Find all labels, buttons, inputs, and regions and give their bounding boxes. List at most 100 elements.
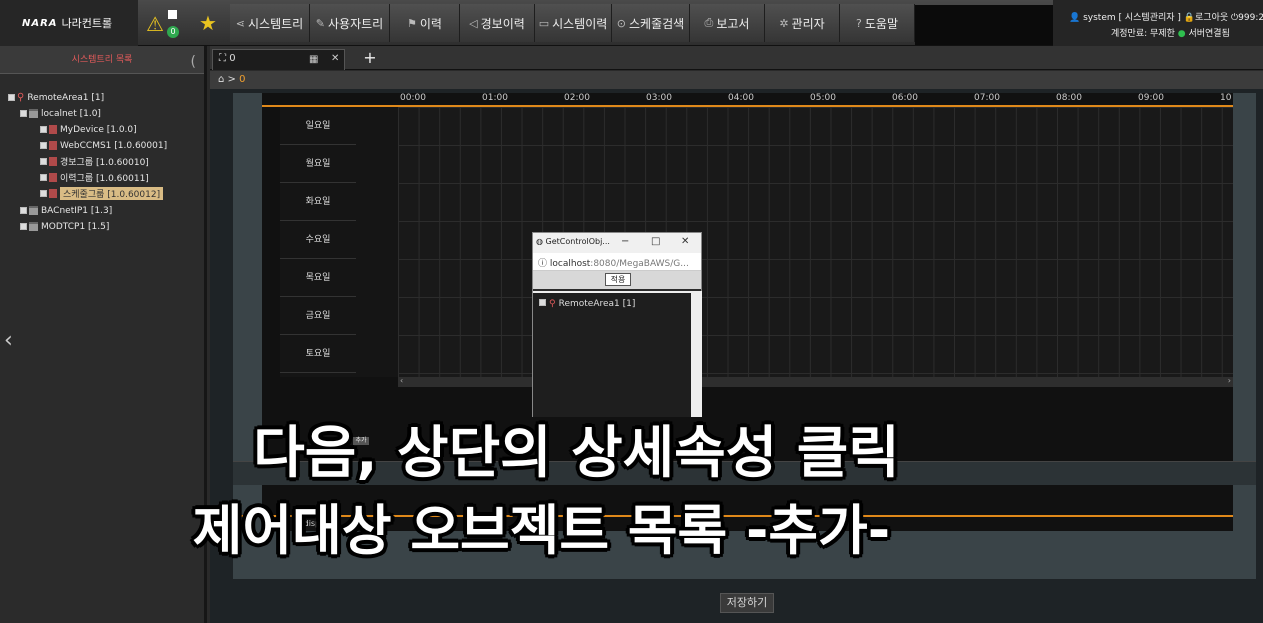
day-label: 월요일 bbox=[280, 145, 356, 183]
horizontal-scrollbar[interactable]: ‹ › bbox=[398, 376, 1233, 387]
close-icon[interactable]: ✕ bbox=[331, 53, 339, 64]
day-label: 일요일 bbox=[280, 107, 356, 145]
hour-label: 00:00 bbox=[400, 93, 426, 103]
panel-title: 시스템트리 목록 bbox=[71, 55, 133, 65]
popup-title: GetControlObj... bbox=[545, 237, 610, 246]
home-icon[interactable]: ⌂ bbox=[218, 74, 224, 85]
hour-label: 08:00 bbox=[1056, 93, 1082, 103]
menu-schedule-search[interactable]: ⊙ 스케줄검색 bbox=[612, 4, 690, 42]
day-label: 금요일 bbox=[280, 297, 356, 335]
menu-alarm-history[interactable]: ◁ 경보이력 bbox=[460, 4, 535, 42]
device-icon bbox=[49, 125, 57, 134]
scroll-right-icon[interactable]: › bbox=[1228, 376, 1231, 385]
server-status: 서버연결됨 bbox=[1188, 29, 1230, 39]
logout-link[interactable]: 로그아웃 bbox=[1195, 13, 1228, 23]
printer-icon: ⎙ bbox=[704, 16, 714, 29]
close-icon[interactable]: ✕ bbox=[681, 236, 689, 247]
tree-item[interactable]: ⚲ RemoteArea1 [1] bbox=[8, 91, 104, 104]
popup-toolbar: 적용 bbox=[533, 271, 701, 289]
day-label: 화요일 bbox=[280, 183, 356, 221]
popup-titlebar[interactable]: ◍ GetControlObj... − □ ✕ bbox=[533, 233, 701, 253]
tree-item-label: WebCCMS1 [1.0.60001] bbox=[60, 140, 168, 151]
top-navigation: NARA 나라컨트롤 ⚠ 0 ★ ⋖ 시스템트리 ✎ 사용자트리 ⚑ 이력 ◁ 경보이력… bbox=[0, 0, 1263, 46]
menu-history[interactable]: ⚑ 이력 bbox=[390, 4, 460, 42]
alarm-button[interactable]: ⚠ 0 bbox=[140, 4, 186, 42]
connection-dot-icon: ● bbox=[1177, 29, 1186, 39]
hour-label: 01:00 bbox=[482, 93, 508, 103]
chevron-left-icon[interactable]: ‹ bbox=[4, 328, 13, 353]
hour-label: 03:00 bbox=[646, 93, 672, 103]
tree-item[interactable]: BACnetIP1 [1.3] bbox=[20, 204, 112, 217]
tree-item-label: MODTCP1 [1.5] bbox=[41, 221, 110, 232]
expand-icon[interactable] bbox=[40, 158, 47, 165]
hour-label: 02:00 bbox=[564, 93, 590, 103]
favorites-star-icon[interactable]: ★ bbox=[190, 4, 226, 42]
network-icon bbox=[29, 206, 38, 215]
menu-system-tree[interactable]: ⋖ 시스템트리 bbox=[230, 4, 310, 42]
apply-button[interactable]: 적용 bbox=[605, 273, 631, 286]
minimize-icon[interactable]: − bbox=[621, 236, 629, 247]
info-icon: ⓘ bbox=[538, 259, 548, 269]
menu-label: 도움말 bbox=[864, 16, 898, 31]
menu-admin[interactable]: ✲ 관리자 bbox=[765, 4, 840, 42]
blank-panel bbox=[915, 5, 1053, 45]
menu-label: 경보이력 bbox=[480, 16, 525, 31]
panel-header: 시스템트리 목록 ( bbox=[0, 46, 204, 74]
expand-icon[interactable] bbox=[40, 190, 47, 197]
expand-icon[interactable] bbox=[8, 94, 15, 101]
popup-tree-item[interactable]: ⚲ RemoteArea1 [1] bbox=[539, 299, 635, 309]
tab-0[interactable]: ⛶ 0 ▦ ✕ bbox=[212, 49, 345, 70]
alarm-count-badge: 0 bbox=[167, 26, 179, 38]
tree-item-label: localnet [1.0] bbox=[41, 108, 101, 119]
location-pin-icon: ⚲ bbox=[17, 92, 25, 103]
tree-item-label: MyDevice [1.0.0] bbox=[60, 124, 137, 135]
add-tab-button[interactable]: + bbox=[355, 48, 385, 68]
expand-icon[interactable] bbox=[20, 223, 27, 230]
alarm-square-icon bbox=[168, 10, 177, 19]
popup-scrollbar[interactable] bbox=[691, 291, 702, 417]
maximize-icon[interactable]: □ bbox=[651, 236, 660, 247]
user-name: system [ 시스템관리자 ] bbox=[1083, 13, 1181, 23]
expand-icon[interactable] bbox=[40, 142, 47, 149]
tree-item[interactable]: 이력그룹 [1.0.60011] bbox=[40, 171, 149, 184]
scroll-left-icon[interactable]: ‹ bbox=[400, 376, 403, 385]
device-icon bbox=[49, 189, 57, 198]
expand-icon[interactable] bbox=[40, 174, 47, 181]
grid-icon[interactable]: ▦ bbox=[309, 54, 318, 65]
logo[interactable]: NARA 나라컨트롤 bbox=[0, 0, 138, 46]
schedule-grid[interactable] bbox=[398, 107, 1233, 377]
hour-label: 10 bbox=[1220, 93, 1232, 103]
browser-icon: ◍ bbox=[536, 237, 543, 246]
tree-item[interactable]: MODTCP1 [1.5] bbox=[20, 220, 109, 233]
menu-report[interactable]: ⎙ 보고서 bbox=[690, 4, 765, 42]
hour-label: 05:00 bbox=[810, 93, 836, 103]
logo-brand: NARA bbox=[22, 17, 58, 29]
menu-label: 사용자트리 bbox=[328, 16, 384, 31]
popup-address-bar[interactable]: ⓘ localhost:8080/MegaBAWS/G... bbox=[533, 253, 701, 271]
breadcrumb-separator: > bbox=[227, 74, 236, 85]
speaker-icon: ◁ bbox=[469, 16, 478, 30]
expand-icon[interactable] bbox=[20, 110, 27, 117]
menu-help[interactable]: ? 도움말 bbox=[840, 4, 915, 42]
window-icon: ▭ bbox=[538, 16, 550, 30]
tree-item[interactable]: MyDevice [1.0.0] bbox=[40, 123, 137, 136]
lock-icon: 🔒 bbox=[1183, 13, 1196, 23]
collapse-icon[interactable]: ( bbox=[191, 48, 196, 76]
save-button[interactable]: 저장하기 bbox=[720, 593, 774, 613]
expand-icon[interactable] bbox=[539, 299, 546, 306]
tree-item[interactable]: 경보그룹 [1.0.60010] bbox=[40, 155, 149, 168]
tab-bar: ⛶ 0 ▦ ✕ + bbox=[210, 46, 1263, 70]
tree-item[interactable]: 스케줄그룹 [1.0.60012] bbox=[40, 187, 164, 200]
flag-icon: ⚑ bbox=[407, 16, 417, 30]
tree-item-label: BACnetIP1 [1.3] bbox=[41, 205, 113, 216]
device-icon bbox=[49, 141, 57, 150]
expand-icon[interactable] bbox=[40, 126, 47, 133]
tree-item[interactable]: WebCCMS1 [1.0.60001] bbox=[40, 139, 167, 152]
menu-system-history[interactable]: ▭ 시스템이력 bbox=[535, 4, 612, 42]
breadcrumb-current[interactable]: 0 bbox=[239, 74, 245, 85]
menu-user-tree[interactable]: ✎ 사용자트리 bbox=[310, 4, 390, 42]
expand-icon[interactable] bbox=[20, 207, 27, 214]
tree-item-label: 스케줄그룹 [1.0.60012] bbox=[60, 187, 164, 200]
subtitle-line-2: 제어대상 오브젝트 목록 -추가- bbox=[192, 499, 891, 562]
tree-item[interactable]: localnet [1.0] bbox=[20, 107, 101, 120]
